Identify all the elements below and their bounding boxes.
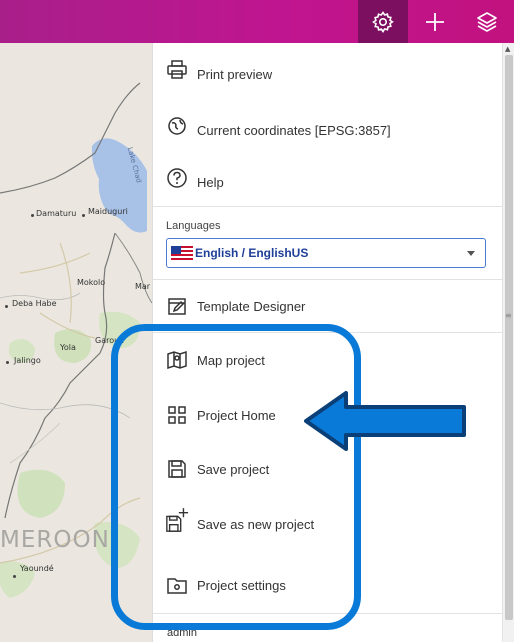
menu-item-current-coordinates[interactable]: Current coordinates [EPSG:3857] (165, 113, 391, 138)
menu-item-template-designer[interactable]: Template Designer (165, 294, 305, 318)
menu-item-label: Print preview (197, 67, 273, 82)
settings-button[interactable] (358, 0, 408, 43)
plus-icon (426, 12, 444, 31)
country-label: MEROON (0, 527, 110, 553)
place-label-jalingo: Jalingo (14, 356, 41, 365)
place-label-mokolo: Mokolo (77, 278, 106, 287)
town-marker (6, 361, 9, 364)
printer-icon (165, 58, 189, 82)
gear-icon (372, 10, 394, 33)
place-label-deba-habe: Deba Habe (12, 299, 57, 308)
language-select[interactable]: English / EnglishUS (166, 238, 486, 268)
chevron-down-icon (467, 251, 475, 256)
menu-scrollbar[interactable]: ▲ ≡ (502, 43, 514, 642)
languages-label: Languages (166, 220, 221, 232)
place-label-maiduguri: Maiduguri (88, 207, 128, 216)
arrow-left-icon (304, 391, 466, 451)
menu-item-label: Current coordinates [EPSG:3857] (197, 123, 391, 138)
scrollbar-thumb[interactable] (505, 55, 513, 620)
globe-icon (165, 114, 189, 138)
highlight-box (111, 324, 361, 630)
town-marker (31, 214, 34, 217)
divider (153, 279, 503, 280)
town-marker (82, 214, 85, 217)
place-label-yola: Yola (60, 343, 76, 352)
language-value: English / EnglishUS (195, 246, 309, 260)
menu-item-help[interactable]: Help (165, 165, 224, 190)
city-marker (13, 575, 16, 578)
template-edit-icon (165, 294, 189, 318)
menu-item-label: Template Designer (197, 298, 306, 314)
grip-icon: ≡ (505, 311, 512, 320)
place-label-mar: Mar (135, 282, 151, 291)
town-marker (5, 305, 8, 308)
help-circle-icon (165, 166, 189, 190)
layers-icon (477, 11, 497, 32)
place-label-damaturu: Damaturu (36, 209, 77, 218)
menu-item-label: Help (197, 175, 224, 190)
place-label-yaounde: Yaoundé (20, 564, 54, 573)
add-button[interactable] (410, 0, 460, 43)
top-toolbar (0, 0, 514, 43)
layers-button[interactable] (462, 0, 512, 43)
divider (153, 206, 503, 207)
us-flag-icon (171, 246, 193, 260)
scroll-up-icon[interactable]: ▲ (505, 45, 510, 53)
menu-item-print-preview[interactable]: Print preview (165, 57, 272, 82)
